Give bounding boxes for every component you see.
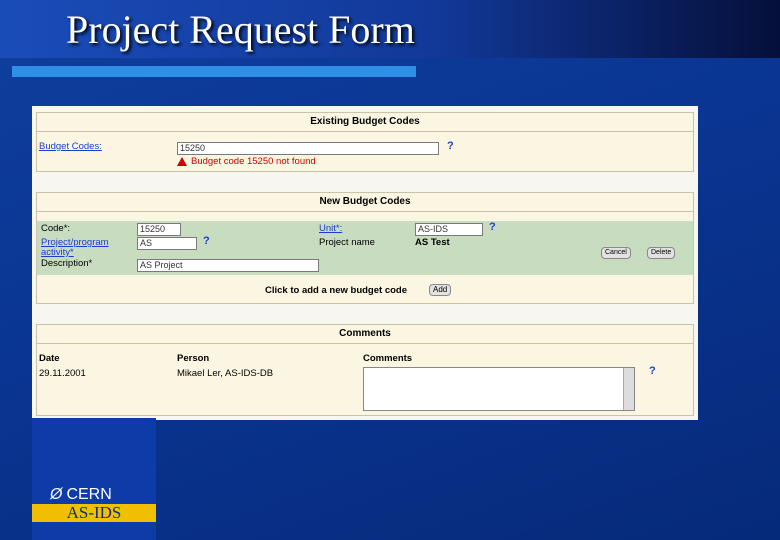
project-activity-link-line2[interactable]: activity*: [41, 247, 74, 258]
new-section-header: New Budget Codes: [37, 193, 693, 212]
add-prompt: Click to add a new budget code: [265, 285, 407, 296]
comments-section: Comments Date Person Comments 29.11.2001…: [36, 324, 694, 416]
budget-codes-input[interactable]: 15250: [177, 142, 439, 155]
budget-codes-link[interactable]: Budget Codes:: [39, 141, 102, 152]
unit-help[interactable]: ?: [489, 221, 496, 233]
unit-input[interactable]: AS-IDS: [415, 223, 483, 236]
title-underline: [12, 66, 416, 77]
project-activity-input[interactable]: AS: [137, 237, 197, 250]
form-screenshot: Existing Budget Codes Budget Codes: 1525…: [32, 106, 698, 420]
comments-column-header: Comments: [363, 353, 413, 364]
comments-section-header: Comments: [37, 325, 693, 344]
warning-icon: [177, 156, 187, 166]
description-input[interactable]: AS Project: [137, 259, 319, 272]
existing-section-header: Existing Budget Codes: [37, 113, 693, 132]
footer-label: AS-IDS: [32, 504, 156, 522]
slide-title: Project Request Form: [66, 7, 415, 52]
comment-row-person: Mikael Ler, AS-IDS-DB: [177, 368, 274, 379]
person-column-header: Person: [177, 353, 210, 364]
comments-scrollbar[interactable]: [623, 368, 634, 410]
budget-code-error: Budget code 15250 not found: [177, 156, 316, 167]
cern-mark-icon: Ø: [50, 486, 63, 503]
code-label: Code*:: [41, 223, 71, 234]
date-column-header: Date: [39, 353, 60, 364]
cern-logo-text: CERN: [66, 486, 112, 503]
delete-button[interactable]: Delete: [647, 247, 676, 259]
budget-codes-help[interactable]: ?: [447, 140, 454, 152]
new-codes-form-area: Code*: 15250 Unit*: AS-IDS ? Project/pro…: [37, 221, 693, 275]
new-budget-codes-section: New Budget Codes Code*: 15250 Unit*: AS-…: [36, 192, 694, 304]
comments-help[interactable]: ?: [649, 365, 656, 377]
project-activity-help[interactable]: ?: [203, 235, 210, 247]
project-name-value: AS Test: [415, 237, 450, 248]
error-text: Budget code 15250 not found: [191, 156, 316, 167]
unit-link[interactable]: Unit*:: [319, 223, 342, 234]
project-name-label: Project name: [319, 237, 375, 248]
comments-textarea[interactable]: [363, 367, 635, 411]
comment-row-date: 29.11.2001: [39, 368, 86, 379]
cancel-button[interactable]: Cancel: [601, 247, 631, 259]
add-button[interactable]: Add: [429, 284, 452, 296]
code-input[interactable]: 15250: [137, 223, 181, 236]
cern-logo: Ø CERN: [50, 486, 112, 504]
existing-budget-codes-section: Existing Budget Codes Budget Codes: 1525…: [36, 112, 694, 172]
description-label: Description*: [41, 258, 93, 269]
